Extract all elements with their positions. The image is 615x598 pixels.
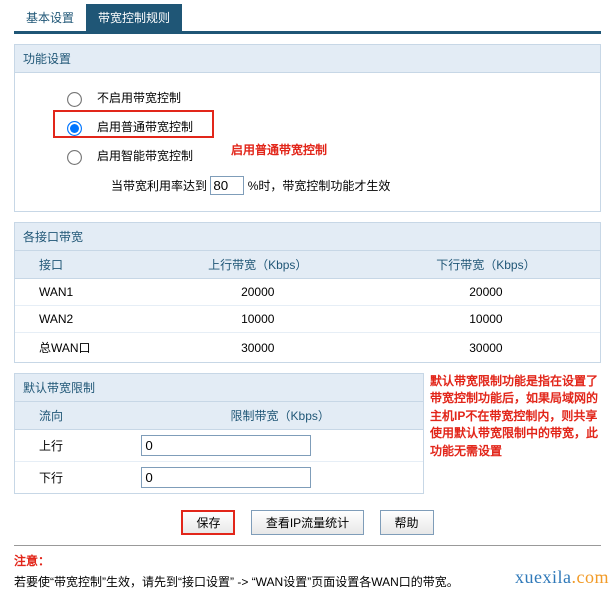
threshold-row: 当带宽利用率达到 %时，带宽控制功能才生效 [15, 170, 600, 201]
table-row: 总WAN口 30000 30000 [15, 333, 600, 363]
annotation-default-limit: 默认带宽限制功能是指在设置了带宽控制功能后，如果局域网的主机IP不在带宽控制内，… [430, 373, 600, 460]
cell-dir: 下行 [15, 462, 137, 494]
cell-iface: 总WAN口 [15, 333, 144, 363]
section-interface-bw: 各接口带宽 接口 上行带宽（Kbps） 下行带宽（Kbps） WAN1 2000… [14, 222, 601, 363]
section-function: 功能设置 不启用带宽控制 启用普通带宽控制 启用普通带宽控制 启用智能带宽控制 [14, 44, 601, 212]
watermark-part2: .com [572, 567, 610, 587]
table-row: WAN2 10000 10000 [15, 306, 600, 333]
col-interface: 接口 [15, 251, 144, 279]
help-button[interactable]: 帮助 [380, 510, 434, 535]
threshold-post: %时，带宽控制功能才生效 [248, 179, 391, 193]
cell-dir: 上行 [15, 430, 137, 462]
limit-down-input[interactable] [141, 467, 311, 488]
radio-label-smart: 启用智能带宽控制 [97, 147, 193, 164]
cell-up: 30000 [144, 333, 372, 363]
table-row: WAN1 20000 20000 [15, 279, 600, 306]
section-title-function: 功能设置 [15, 45, 600, 73]
col-direction: 流向 [15, 402, 137, 430]
cell-iface: WAN2 [15, 306, 144, 333]
section-default-limit: 默认带宽限制 流向 限制带宽（Kbps） 上行 下行 [14, 373, 424, 494]
cell-down: 20000 [372, 279, 600, 306]
table-row: 下行 [15, 462, 423, 494]
tab-bar: 基本设置 带宽控制规则 [14, 4, 601, 34]
table-row: 上行 [15, 430, 423, 462]
save-button[interactable]: 保存 [181, 510, 235, 535]
divider [14, 545, 601, 546]
note-text: 若要使“带宽控制”生效，请先到“接口设置” -> “WAN设置”页面设置各WAN… [14, 573, 601, 592]
threshold-input[interactable] [210, 176, 244, 195]
note-title: 注意： [14, 552, 601, 569]
watermark-part1: xuexila [515, 567, 571, 587]
stats-button[interactable]: 查看IP流量统计 [251, 510, 364, 535]
tab-bandwidth-rules[interactable]: 带宽控制规则 [86, 4, 182, 31]
radio-label-disable: 不启用带宽控制 [97, 89, 181, 106]
radio-smart-bwctrl[interactable] [67, 150, 82, 165]
button-row: 保存 查看IP流量统计 帮助 [14, 504, 601, 541]
limit-table: 流向 限制带宽（Kbps） 上行 下行 [15, 402, 423, 493]
threshold-pre: 当带宽利用率达到 [111, 179, 207, 193]
col-up: 上行带宽（Kbps） [144, 251, 372, 279]
col-down: 下行带宽（Kbps） [372, 251, 600, 279]
col-limit: 限制带宽（Kbps） [137, 402, 423, 430]
cell-down: 30000 [372, 333, 600, 363]
cell-up: 20000 [144, 279, 372, 306]
cell-iface: WAN1 [15, 279, 144, 306]
cell-down: 10000 [372, 306, 600, 333]
section-title-default-limit: 默认带宽限制 [15, 374, 423, 402]
annotation-normal: 启用普通带宽控制 [231, 141, 327, 158]
limit-up-input[interactable] [141, 435, 311, 456]
tab-basic[interactable]: 基本设置 [14, 4, 86, 31]
cell-up: 10000 [144, 306, 372, 333]
bandwidth-table: 接口 上行带宽（Kbps） 下行带宽（Kbps） WAN1 20000 2000… [15, 251, 600, 362]
highlight-box-normal [53, 110, 214, 138]
radio-disable-bwctrl[interactable] [67, 92, 82, 107]
watermark: xuexila.com [515, 567, 609, 588]
section-title-interface-bw: 各接口带宽 [15, 223, 600, 251]
